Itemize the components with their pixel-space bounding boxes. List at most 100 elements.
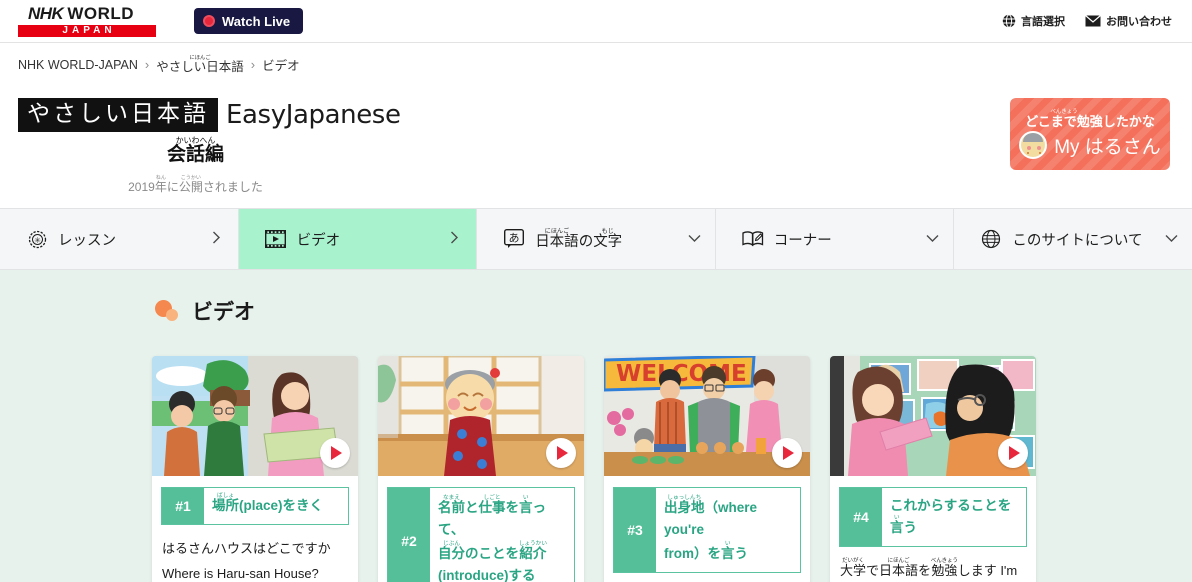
haru-avatar-icon bbox=[1019, 131, 1048, 159]
nav-item-japanese-characters[interactable]: あ 日本語にほんごの文字もじ bbox=[476, 209, 715, 269]
t2b-r1: じぶん bbox=[438, 541, 465, 547]
video-card[interactable]: WELCOME #3 出身地しゅっしんち（where you're from）を… bbox=[604, 356, 810, 582]
my-haru-bottom-label: My はるさん bbox=[1054, 136, 1161, 158]
nhk-world-japan-logo[interactable]: NHK WORLD JAPAN bbox=[18, 5, 156, 37]
t2-r1: なまえ bbox=[438, 495, 465, 501]
section-header: ビデオ bbox=[0, 296, 1192, 326]
flower-icon: ✳ bbox=[26, 230, 48, 249]
v4-r2: にほんご bbox=[879, 558, 919, 564]
my-haru-bottom-row: My はるさん bbox=[1019, 131, 1161, 159]
video-description: ベトナムから来きました I'm from bbox=[604, 573, 810, 582]
video-card[interactable]: #4 これからすることを言いう 大学だいがくで日本語にほんごを勉強べんきょうしま… bbox=[830, 356, 1036, 582]
video-thumbnail[interactable] bbox=[830, 356, 1036, 476]
video-card[interactable]: #2 名前なまえと仕事しごとを言いって、 自分じぶんのことを紹介しょうかい (i… bbox=[378, 356, 584, 582]
nav-item-about-this-site-label: このサイトについて bbox=[1012, 232, 1143, 249]
t3b-pre: from）を bbox=[664, 546, 721, 561]
svg-text:✳: ✳ bbox=[34, 236, 41, 245]
nav-item-lesson[interactable]: ✳ レッスン bbox=[0, 209, 238, 269]
watch-live-button[interactable]: Watch Live bbox=[194, 8, 304, 34]
video-number-badge: #1 bbox=[162, 488, 204, 524]
live-dot-icon bbox=[203, 15, 215, 27]
nav-item-corner[interactable]: コーナー bbox=[714, 209, 954, 269]
my-haru-san-button[interactable]: どこまで勉強べんきょうしたかな My はるさん bbox=[1010, 98, 1170, 170]
nav-item-video-label: ビデオ bbox=[296, 232, 341, 249]
play-button[interactable] bbox=[320, 438, 350, 468]
t2-k1: 名前 bbox=[438, 500, 465, 515]
nav-item-video[interactable]: ビデオ bbox=[237, 209, 477, 269]
video-title-kanji: 場所 bbox=[212, 498, 239, 513]
video-section: ビデオ #1 場所ばしょ(place)をきく はるさんハウスはどこですか Whe… bbox=[0, 270, 1192, 582]
breadcrumb-separator-2: › bbox=[250, 57, 256, 72]
language-select-label: 言語選択 bbox=[1021, 16, 1065, 28]
v4-r1: だいがく bbox=[840, 558, 866, 564]
svg-text:WELCOME: WELCOME bbox=[616, 361, 747, 387]
video-description: 大学だいがくで日本語にほんごを勉強べんきょうします I'm going to s… bbox=[830, 547, 1036, 582]
t2-m2: を bbox=[505, 500, 520, 515]
film-icon bbox=[265, 230, 287, 248]
play-button[interactable] bbox=[772, 438, 802, 468]
breadcrumb-item-home[interactable]: NHK WORLD-JAPAN bbox=[18, 58, 138, 72]
t2b-k2: 紹介 bbox=[518, 546, 547, 561]
video-description-jp: 大学だいがくで日本語にほんごを勉強べんきょうします I'm going to s… bbox=[840, 558, 1018, 578]
logo-top-row: NHK WORLD bbox=[18, 5, 156, 23]
published-ruby-koukai: こうかい bbox=[178, 175, 203, 181]
video-description-jp: はるさんハウスはどこですか bbox=[162, 541, 331, 556]
video-title: 場所ばしょ(place)をきく bbox=[204, 488, 348, 524]
nav-item-japanese-characters-label: 日本語にほんごの文字もじ bbox=[535, 227, 623, 250]
t2-r2: しごと bbox=[478, 495, 506, 501]
video-card[interactable]: #1 場所ばしょ(place)をきく はるさんハウスはどこですか Where i… bbox=[152, 356, 358, 582]
svg-text:あ: あ bbox=[509, 232, 520, 245]
watch-live-label: Watch Live bbox=[222, 13, 291, 29]
chevron-down-icon bbox=[1165, 231, 1178, 247]
breadcrumb-separator: › bbox=[144, 57, 150, 72]
video-title-rest: (place)をきく bbox=[239, 498, 324, 513]
book-pen-icon bbox=[742, 230, 764, 248]
breadcrumb: NHK WORLD-JAPAN › やさしい日本語にほんご › ビデオ bbox=[0, 42, 1192, 86]
play-button[interactable] bbox=[998, 438, 1028, 468]
t4-r1: い bbox=[890, 515, 904, 521]
video-number-badge: #4 bbox=[840, 488, 882, 546]
page-title-block: やさしい日本語 EasyJapanese 会話編かいわへん 2019年ねんに公開… bbox=[0, 86, 1192, 208]
nav-item-lesson-label: レッスン bbox=[58, 232, 116, 249]
nav-moji-ruby: もじ bbox=[593, 227, 623, 235]
breadcrumb-ruby: にほんご bbox=[156, 54, 244, 61]
main-nav: ✳ レッスン ビデオ あ 日本語にほんごの文字もじ コーナー このサイトについて bbox=[0, 208, 1192, 270]
video-title-row: #2 名前なまえと仕事しごとを言いって、 自分じぶんのことを紹介しょうかい (i… bbox=[387, 487, 575, 582]
t2-r3: い bbox=[519, 495, 533, 501]
video-title: これからすることを言いう bbox=[882, 488, 1026, 546]
logo-japan-bar: JAPAN bbox=[18, 25, 156, 37]
t2-m1: と bbox=[465, 500, 479, 515]
t3-k1: 出身地 bbox=[664, 500, 705, 515]
chevron-down-icon bbox=[688, 231, 701, 247]
t2b-k1: 自分 bbox=[438, 546, 465, 561]
video-title-line-3: (introduce)する bbox=[438, 568, 536, 582]
header-utility-links: 言語選択 お問い合わせ bbox=[1002, 13, 1172, 29]
chevron-down-icon bbox=[926, 231, 939, 247]
video-title-line-2: 自分じぶんのことを紹介しょうかい bbox=[438, 541, 568, 565]
play-button[interactable] bbox=[546, 438, 576, 468]
video-thumbnail[interactable] bbox=[152, 356, 358, 476]
video-title-row: #1 場所ばしょ(place)をきく bbox=[161, 487, 349, 525]
published-note: 2019年ねんに公開こうかいされました bbox=[128, 175, 263, 194]
v4-r3: べんきょう bbox=[930, 558, 959, 564]
page-title-jp: やさしい日本語 bbox=[18, 98, 218, 132]
video-title-line-2: from）を言いう bbox=[664, 541, 794, 565]
t2-k3: 言 bbox=[519, 500, 533, 515]
video-description: はるさんハウスはどこですか Where is Haru-san House? bbox=[152, 525, 358, 582]
video-thumbnail[interactable] bbox=[378, 356, 584, 476]
video-title-line-1: 出身地しゅっしんち（where you're bbox=[664, 495, 794, 541]
t3b-r1: い bbox=[721, 541, 735, 547]
page-subtitle: 会話編かいわへん bbox=[18, 136, 373, 166]
t2-k2: 仕事 bbox=[478, 500, 506, 515]
logo-world-text: WORLD bbox=[67, 4, 135, 23]
logo-nhk-text: NHK bbox=[28, 4, 64, 23]
subtitle-ruby: かいわへん bbox=[166, 136, 224, 145]
breadcrumb-item-easy-japanese[interactable]: やさしい日本語にほんご bbox=[156, 55, 244, 75]
t2b-m1: のことを bbox=[465, 546, 519, 561]
language-select-link[interactable]: 言語選択 bbox=[1002, 13, 1065, 29]
t3b-k1: 言 bbox=[721, 546, 735, 561]
nav-item-about-this-site[interactable]: このサイトについて bbox=[953, 209, 1192, 269]
contact-link[interactable]: お問い合わせ bbox=[1085, 13, 1172, 29]
contact-label: お問い合わせ bbox=[1106, 16, 1172, 28]
video-thumbnail[interactable]: WELCOME bbox=[604, 356, 810, 476]
